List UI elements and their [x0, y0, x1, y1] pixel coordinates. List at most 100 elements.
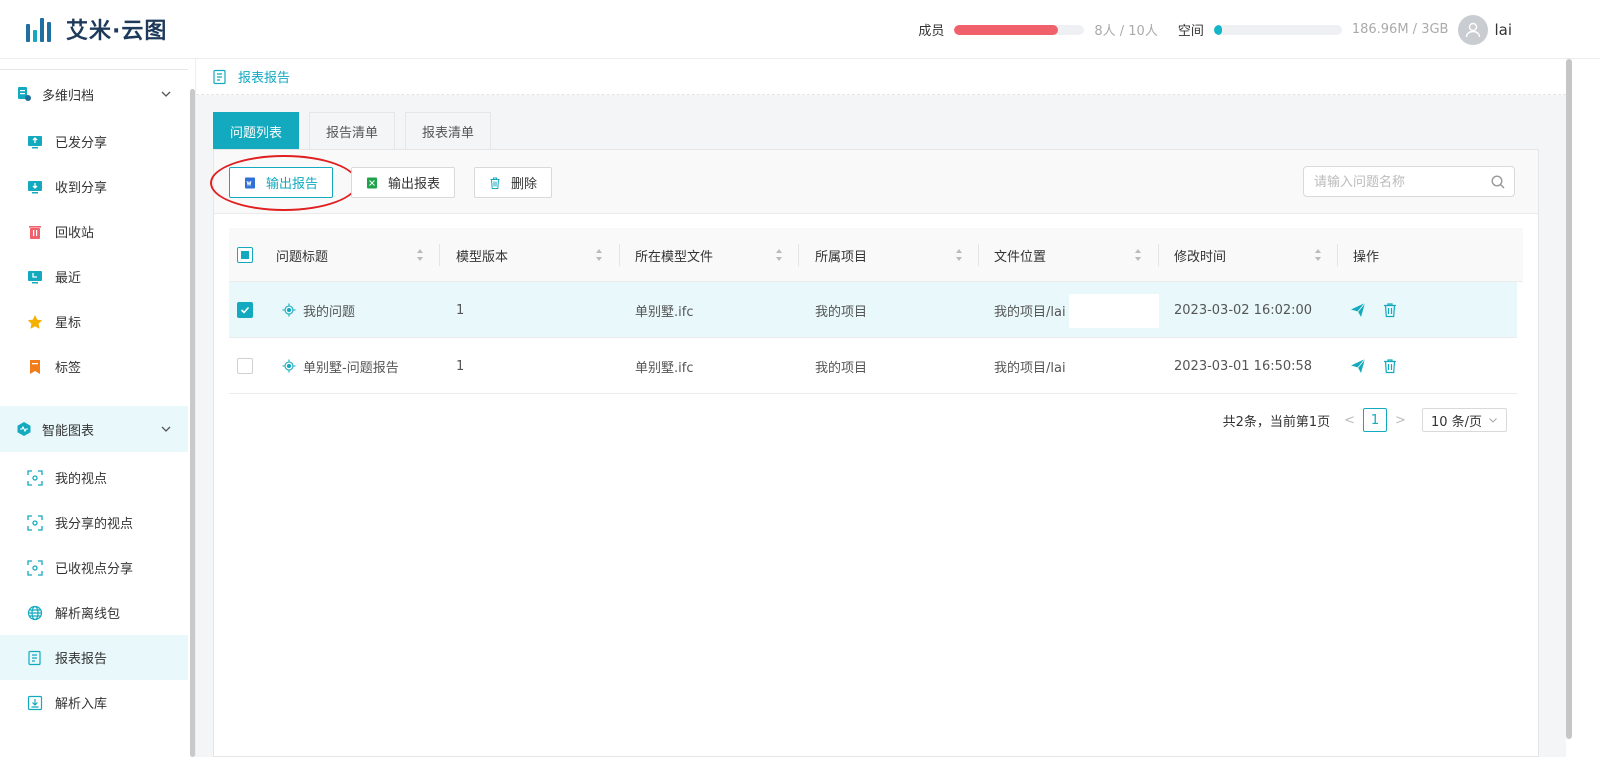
sidebar-item-label: 回收站	[55, 226, 95, 241]
sidebar-scrollbar[interactable]	[190, 89, 195, 757]
column-header-title[interactable]: 问题标题	[276, 228, 440, 282]
column-header-actions: 操作	[1353, 228, 1473, 282]
chevron-down-icon	[161, 426, 171, 432]
sidebar-group-charts[interactable]: 智能图表	[0, 406, 188, 452]
report-icon	[213, 69, 226, 84]
project-name: 我的项目	[815, 360, 868, 376]
column-header-location[interactable]: 文件位置	[994, 228, 1158, 282]
column-header-model-file[interactable]: 所在模型文件	[635, 228, 799, 282]
sidebar-item-starred[interactable]: 星标	[0, 299, 188, 344]
column-divider	[1337, 244, 1338, 266]
sort-icon[interactable]	[1134, 248, 1142, 262]
main-scrollbar[interactable]	[1566, 59, 1572, 739]
page-size-select[interactable]: 10 条/页	[1421, 408, 1507, 432]
column-divider	[439, 244, 440, 266]
page-number-button[interactable]: 1	[1363, 408, 1388, 432]
send-icon[interactable]	[1350, 358, 1366, 374]
column-divider	[619, 244, 620, 266]
sidebar-item-label: 我的视点	[55, 472, 108, 487]
pagination: 共2条，当前第1页 < 1 > 10 条/页	[1223, 408, 1507, 432]
tab-sheet-list[interactable]: 报表清单	[405, 112, 492, 149]
send-icon[interactable]	[1350, 302, 1366, 318]
sidebar-item-received-viewpoints[interactable]: 已收视点分享	[0, 545, 188, 590]
column-title-text: 操作	[1353, 249, 1380, 265]
sidebar-divider	[0, 69, 188, 70]
model-file: 单别墅.ifc	[635, 360, 694, 376]
sidebar-item-tags[interactable]: 标签	[0, 344, 188, 389]
viewpoint-icon	[27, 469, 43, 486]
sidebar-item-offline-package[interactable]: 解析离线包	[0, 590, 188, 635]
sort-icon[interactable]	[775, 248, 783, 262]
export-sheet-button[interactable]: 输出报表	[351, 167, 456, 198]
file-location: 我的项目/lai	[994, 360, 1066, 376]
model-file: 单别墅.ifc	[635, 304, 694, 320]
modified-time: 2023-03-01 16:50:58	[1174, 358, 1313, 374]
table-row[interactable]: 我的问题 1 单别墅.ifc 我的项目 我的项目/lai 2023-03-02 …	[229, 282, 1517, 338]
prev-page-button[interactable]: <	[1344, 413, 1355, 428]
chevron-down-icon	[161, 91, 171, 97]
sidebar-group-archive[interactable]: 多维归档	[0, 71, 188, 117]
tab-report-list[interactable]: 报告清单	[309, 112, 396, 149]
redaction-box	[1069, 294, 1159, 328]
members-label: 成员	[918, 24, 945, 39]
next-page-button[interactable]: >	[1395, 413, 1406, 428]
sidebar-item-reports[interactable]: 报表报告	[0, 635, 188, 680]
search-icon[interactable]	[1490, 174, 1506, 190]
model-version: 1	[456, 302, 465, 318]
column-header-modified[interactable]: 修改时间	[1174, 228, 1338, 282]
app-header: 艾米·云图 成员 8人 / 10人 空间 186.96M / 3GB lai	[0, 0, 1600, 59]
trash-icon[interactable]	[1382, 302, 1398, 318]
search-input[interactable]	[1314, 174, 1490, 189]
sidebar-item-label: 最近	[55, 271, 82, 286]
sidebar-item-recent[interactable]: 最近	[0, 254, 188, 299]
select-all-checkbox[interactable]	[237, 247, 253, 263]
row-checkbox[interactable]	[237, 358, 253, 374]
sidebar-item-recycle-bin[interactable]: 回收站	[0, 209, 188, 254]
space-progress-bar	[1213, 24, 1342, 35]
report-icon	[27, 650, 43, 666]
members-progress-bar	[954, 24, 1085, 35]
sort-icon[interactable]	[955, 248, 963, 262]
space-progress-fill	[1213, 24, 1222, 35]
row-actions	[1350, 282, 1414, 338]
space-label: 空间	[1177, 24, 1204, 39]
sidebar-item-shared-viewpoints[interactable]: 我分享的视点	[0, 500, 188, 545]
members-usage: 8人 / 10人	[1094, 24, 1158, 39]
issue-title-cell[interactable]: 单别墅-问题报告	[282, 338, 399, 394]
export-report-label: 输出报告	[266, 177, 319, 192]
row-checkbox[interactable]	[237, 302, 253, 318]
table-row[interactable]: 单别墅-问题报告 1 单别墅.ifc 我的项目 我的项目/lai 2023-03…	[229, 338, 1517, 394]
avatar[interactable]	[1458, 14, 1489, 45]
sidebar-item-import[interactable]: 解析入库	[0, 680, 188, 725]
modified-time: 2023-03-02 16:02:00	[1174, 302, 1313, 318]
trash-icon	[27, 224, 43, 240]
share-received-icon	[27, 179, 43, 195]
trash-icon	[490, 177, 500, 189]
sidebar-item-label: 标签	[55, 361, 82, 376]
delete-button[interactable]: 删除	[474, 167, 553, 198]
word-file-icon	[245, 177, 255, 188]
app-name: 艾米·云图	[66, 19, 168, 44]
export-report-button[interactable]: 输出报告	[229, 167, 334, 198]
sort-icon[interactable]	[1314, 248, 1322, 262]
issue-title: 我的问题	[303, 304, 356, 320]
archive-icon	[16, 86, 32, 102]
row-actions	[1350, 338, 1414, 394]
sidebar-item-my-viewpoints[interactable]: 我的视点	[0, 455, 188, 500]
column-header-project[interactable]: 所属项目	[815, 228, 979, 282]
username[interactable]: lai	[1494, 21, 1512, 39]
sidebar-item-label: 我分享的视点	[55, 517, 134, 532]
sidebar-item-shared-received[interactable]: 收到分享	[0, 164, 188, 209]
tab-issue-list[interactable]: 问题列表	[213, 112, 300, 149]
column-header-version[interactable]: 模型版本	[456, 228, 619, 282]
issue-title-cell[interactable]: 我的问题	[282, 282, 355, 338]
trash-icon[interactable]	[1382, 358, 1398, 374]
column-title-text: 问题标题	[276, 249, 329, 265]
column-title-text: 修改时间	[1174, 249, 1227, 265]
viewpoint-icon	[27, 559, 43, 576]
sort-icon[interactable]	[416, 248, 424, 262]
sort-icon[interactable]	[595, 248, 603, 262]
breadcrumb-current[interactable]: 报表报告	[238, 67, 290, 86]
app-logo[interactable]: 艾米·云图	[26, 14, 167, 44]
sidebar-item-shared-sent[interactable]: 已发分享	[0, 119, 188, 164]
